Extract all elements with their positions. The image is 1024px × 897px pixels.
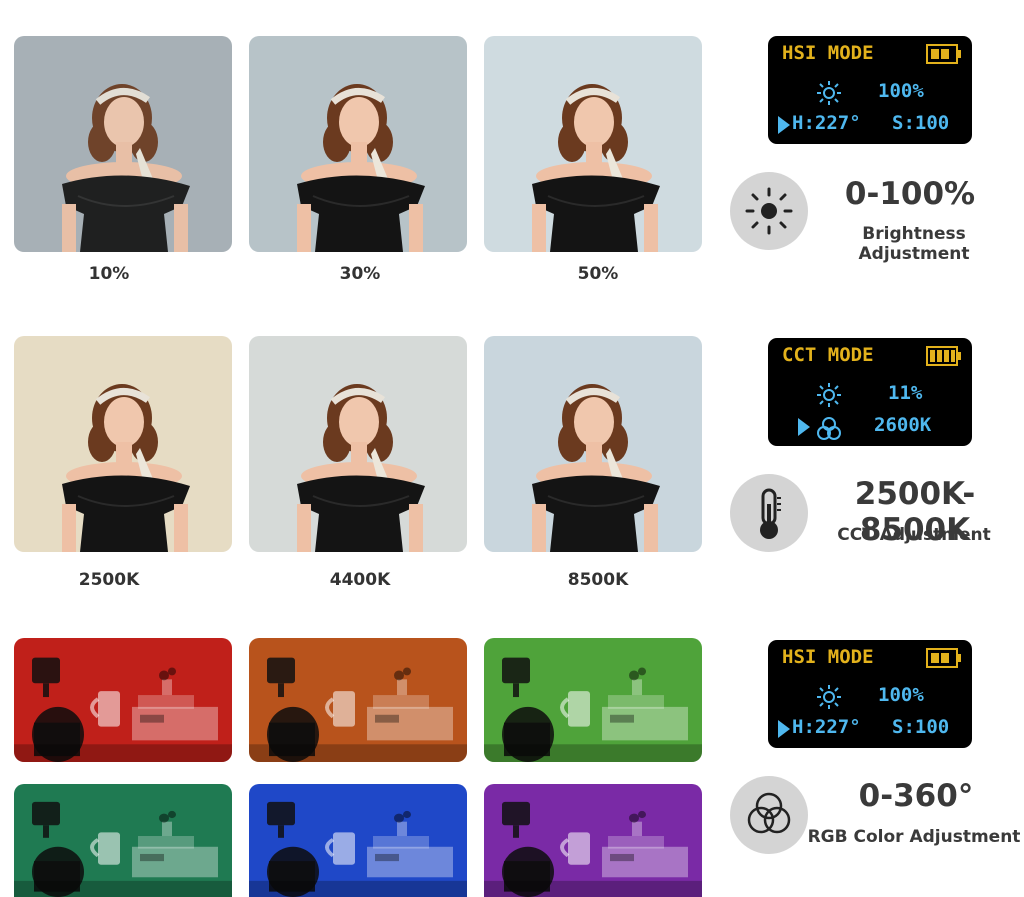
brightness-badge-icon <box>730 172 808 250</box>
cct-lcd-display: CCT MODE 11% 2600K <box>768 338 972 446</box>
lcd-saturation-value: S:100 <box>892 112 950 134</box>
rgb-photo-blue <box>249 784 467 897</box>
rgb-photo-teal <box>14 784 232 897</box>
selector-arrow-icon <box>778 116 790 134</box>
lcd-brightness-value: 11% <box>888 382 923 404</box>
battery-icon <box>926 648 961 668</box>
rgb-photo-purple <box>484 784 702 897</box>
rgb-photo-orange <box>249 638 467 762</box>
lcd-mode-label: CCT MODE <box>782 344 874 366</box>
cct-photo-4400k <box>249 336 467 552</box>
lcd-brightness-value: 100% <box>878 684 924 706</box>
rgb-circles-badge-icon <box>730 776 808 854</box>
lcd-mode-label: HSI MODE <box>782 42 874 64</box>
selector-arrow-icon <box>778 720 790 738</box>
rgb-range: 0-360° <box>858 778 974 814</box>
caption-50: 50% <box>577 264 619 284</box>
lcd-mode-label: HSI MODE <box>782 646 874 668</box>
cct-photo-2500k <box>14 336 232 552</box>
caption-30: 30% <box>339 264 381 284</box>
hsi-lcd-display: HSI MODE 100% H:227° S:100 <box>768 36 972 144</box>
rgb-label: RGB Color Adjustment <box>807 827 1021 847</box>
caption-4400k: 4400K <box>329 570 391 590</box>
rgb-photo-green <box>484 638 702 762</box>
caption-8500k: 8500K <box>567 570 629 590</box>
sun-icon <box>817 81 841 105</box>
lcd-saturation-value: S:100 <box>892 716 950 738</box>
caption-2500k: 2500K <box>78 570 140 590</box>
cct-label: CCT Adjustment <box>837 525 991 545</box>
sun-icon <box>817 383 841 407</box>
cct-photo-8500k <box>484 336 702 552</box>
battery-icon <box>926 346 961 366</box>
brightness-range: 0-100% <box>844 176 976 212</box>
lcd-hue-value: H:227° <box>792 112 861 134</box>
brightness-photo-10 <box>14 36 232 252</box>
thermometer-badge-icon <box>730 474 808 552</box>
hsi-lcd-display-rgb: HSI MODE 100% H:227° S:100 <box>768 640 972 748</box>
color-circles-icon <box>817 417 841 440</box>
brightness-photo-50 <box>484 36 702 252</box>
lcd-brightness-value: 100% <box>878 80 924 102</box>
brightness-photo-30 <box>249 36 467 252</box>
sun-icon <box>817 685 841 709</box>
battery-icon <box>926 44 961 64</box>
brightness-label: Brightness Adjustment <box>858 224 970 264</box>
selector-arrow-icon <box>798 418 810 436</box>
lcd-hue-value: H:227° <box>792 716 861 738</box>
lcd-temperature-value: 2600K <box>874 414 932 436</box>
rgb-photo-red <box>14 638 232 762</box>
caption-10: 10% <box>88 264 130 284</box>
